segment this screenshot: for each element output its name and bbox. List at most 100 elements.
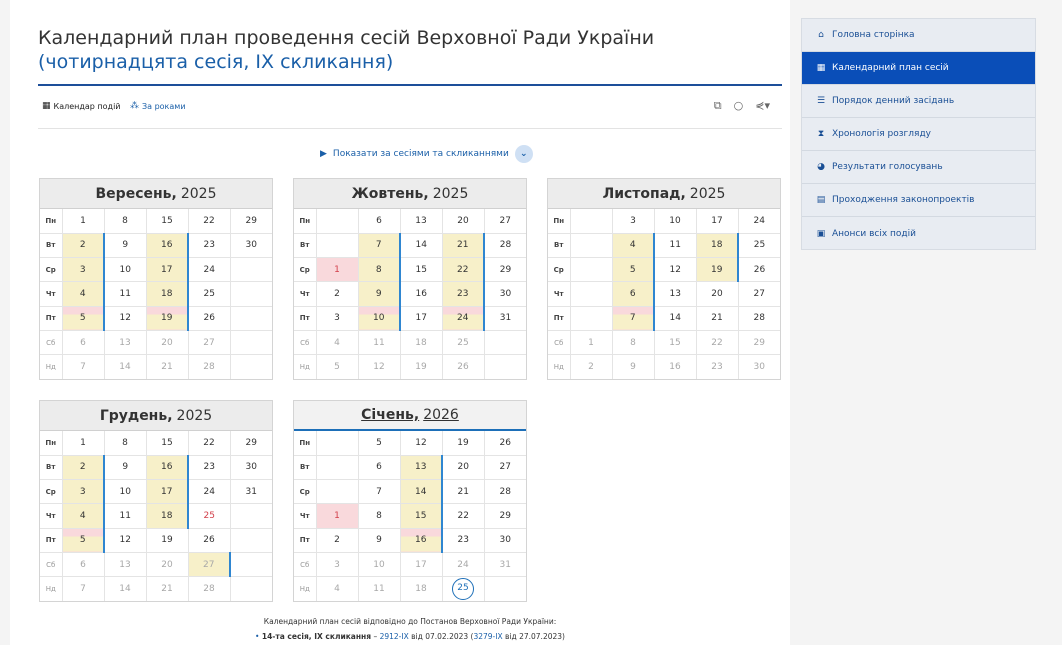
calendar-day[interactable]: 24 [188, 479, 231, 505]
calendar-day[interactable]: 10 [358, 552, 401, 578]
calendar-day[interactable]: 24 [442, 306, 485, 331]
calendar-day[interactable]: 29 [230, 209, 272, 234]
calendar-day[interactable]: 27 [738, 281, 780, 307]
calendar-day[interactable]: 5 [62, 306, 105, 331]
calendar-day[interactable]: 30 [738, 355, 780, 379]
theme-toggle-icon[interactable]: ○ [734, 99, 744, 113]
calendar-day[interactable]: 20 [146, 330, 189, 356]
calendar-day[interactable]: 7 [358, 479, 401, 505]
calendar-day[interactable]: 14 [654, 306, 697, 331]
calendar-day[interactable]: 6 [358, 455, 401, 481]
calendar-day[interactable]: 20 [146, 552, 189, 578]
calendar-day[interactable]: 7 [62, 576, 105, 602]
calendar-day[interactable]: 3 [316, 306, 359, 331]
sidebar-item-voting[interactable]: ◕ Результати голосувань [802, 151, 1035, 184]
calendar-day[interactable] [570, 306, 613, 331]
calendar-day[interactable]: 23 [442, 281, 485, 307]
calendar-day[interactable]: 15 [400, 257, 443, 283]
share-icon[interactable]: ⋞▾ [755, 99, 770, 113]
calendar-day[interactable] [570, 233, 613, 259]
calendar-day[interactable]: 18 [400, 330, 443, 356]
calendar-day[interactable]: 21 [442, 479, 485, 505]
calendar-day[interactable] [484, 577, 526, 601]
calendar-day[interactable]: 21 [696, 306, 739, 331]
calendar-day[interactable]: 26 [188, 528, 231, 553]
calendar-day[interactable]: 30 [230, 455, 272, 481]
calendar-day[interactable]: 16 [654, 354, 697, 380]
calendar-day[interactable]: 3 [316, 552, 359, 578]
calendar-day[interactable]: 10 [104, 479, 147, 505]
calendar-day[interactable]: 15 [146, 209, 189, 234]
calendar-day[interactable]: 6 [62, 552, 105, 578]
calendar-day[interactable]: 29 [738, 330, 780, 356]
calendar-day[interactable]: 13 [104, 552, 147, 578]
calendar-day[interactable]: 8 [612, 330, 655, 356]
calendar-day[interactable]: 11 [104, 503, 147, 529]
calendar-day[interactable]: 14 [400, 479, 443, 505]
calendar-day[interactable]: 27 [188, 552, 231, 578]
calendar-day[interactable] [484, 330, 526, 356]
calendar-day[interactable]: 15 [400, 503, 443, 529]
calendar-day[interactable]: 21 [146, 576, 189, 602]
calendar-day-today[interactable]: 25 [442, 576, 485, 602]
calendar-day[interactable] [230, 355, 272, 379]
calendar-day[interactable]: 24 [188, 257, 231, 283]
calendar-day[interactable]: 8 [104, 431, 147, 456]
calendar-day[interactable]: 4 [62, 281, 105, 307]
calendar-day[interactable]: 22 [442, 257, 485, 283]
calendar-day[interactable]: 1 [316, 503, 359, 529]
calendar-day[interactable]: 15 [654, 330, 697, 356]
calendar-day[interactable]: 30 [230, 233, 272, 259]
calendar-day[interactable]: 5 [62, 528, 105, 553]
calendar-day[interactable]: 16 [400, 281, 443, 307]
calendar-day[interactable]: 24 [738, 209, 780, 234]
calendar-day[interactable]: 21 [442, 233, 485, 259]
calendar-day[interactable]: 20 [442, 209, 485, 234]
calendar-day[interactable]: 13 [400, 455, 443, 481]
calendar-day[interactable]: 23 [442, 528, 485, 553]
calendar-day[interactable]: 2 [62, 233, 105, 259]
session-subtitle-link[interactable]: (чотирнадцята сесія, IX скликання) [38, 51, 393, 73]
calendar-day[interactable]: 1 [570, 330, 613, 356]
calendar-day[interactable] [316, 233, 359, 259]
calendar-day[interactable]: 9 [612, 354, 655, 380]
calendar-day[interactable]: 13 [654, 281, 697, 307]
calendar-day[interactable]: 22 [188, 431, 231, 456]
calendar-day[interactable] [230, 528, 272, 553]
resolution-link[interactable]: 3279-IX [473, 632, 502, 641]
calendar-view-tab[interactable]: ▦ Календар подій [42, 101, 121, 111]
calendar-day[interactable]: 19 [400, 354, 443, 380]
calendar-day[interactable]: 17 [146, 479, 189, 505]
calendar-day[interactable]: 12 [654, 257, 697, 283]
calendar-day[interactable]: 3 [62, 479, 105, 505]
calendar-day[interactable]: 10 [104, 257, 147, 283]
calendar-day[interactable]: 11 [104, 281, 147, 307]
calendar-day[interactable]: 9 [358, 528, 401, 553]
calendar-day[interactable]: 31 [484, 552, 526, 578]
window-restore-icon[interactable]: ⧉ [714, 99, 722, 113]
calendar-day[interactable]: 25 [188, 503, 231, 529]
calendar-day[interactable]: 25 [738, 233, 780, 259]
calendar-day[interactable]: 12 [104, 306, 147, 331]
calendar-day[interactable]: 9 [104, 233, 147, 259]
calendar-day[interactable] [230, 306, 272, 331]
calendar-day[interactable]: 12 [104, 528, 147, 553]
calendar-day[interactable] [316, 209, 359, 234]
calendar-day[interactable]: 7 [62, 354, 105, 380]
calendar-day[interactable]: 9 [358, 281, 401, 307]
calendar-day[interactable]: 7 [612, 306, 655, 331]
calendar-day[interactable]: 26 [738, 257, 780, 283]
calendar-day[interactable]: 23 [188, 233, 231, 259]
calendar-day[interactable]: 6 [62, 330, 105, 356]
calendar-day[interactable]: 18 [400, 576, 443, 602]
calendar-day[interactable]: 9 [104, 455, 147, 481]
calendar-day[interactable]: 14 [104, 354, 147, 380]
sidebar-item-home[interactable]: ⌂ Головна сторінка [802, 19, 1035, 52]
calendar-day[interactable]: 10 [358, 306, 401, 331]
sidebar-item-agenda[interactable]: ☰ Порядок денний засідань [802, 85, 1035, 118]
calendar-day[interactable]: 11 [654, 233, 697, 259]
calendar-day[interactable]: 20 [442, 455, 485, 481]
calendar-day[interactable] [570, 281, 613, 307]
sidebar-item-calendar[interactable]: ▦ Календарний план сесій [802, 52, 1035, 85]
calendar-day[interactable]: 22 [442, 503, 485, 529]
